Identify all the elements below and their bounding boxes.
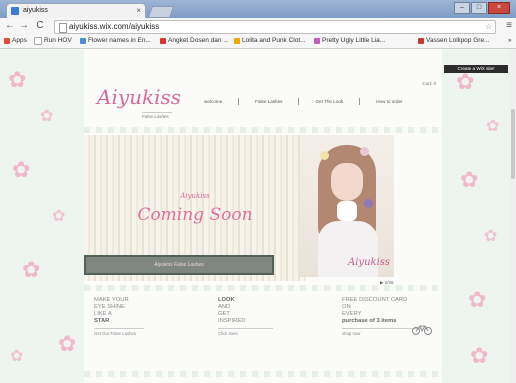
nav-item-get-the-look[interactable]: Get The Look bbox=[298, 98, 359, 105]
site-icon bbox=[80, 37, 86, 44]
blossom-icon: ✿ bbox=[40, 108, 54, 125]
browser-title-bar: aiyukiss × – □ × bbox=[0, 0, 516, 18]
browser-tab[interactable]: aiyukiss × bbox=[6, 3, 146, 18]
cart-link[interactable]: Cart: 0 bbox=[422, 81, 436, 86]
photo-watermark: Aiyukiss bbox=[348, 257, 391, 268]
page-scrollbar[interactable] bbox=[510, 49, 516, 383]
bookmark-item[interactable]: Lolita and Punk Clot... bbox=[234, 34, 306, 47]
bookmark-star-icon[interactable]: ☆ bbox=[485, 21, 492, 33]
chrome-menu-icon[interactable]: ≡ bbox=[506, 20, 512, 31]
reload-button[interactable]: C bbox=[34, 20, 46, 32]
main-nav: welcome False Lashes Get The Look How to… bbox=[188, 98, 419, 105]
hero-brand: Aiyukiss bbox=[180, 192, 210, 200]
nav-item-false-lashes[interactable]: False Lashes bbox=[238, 98, 298, 105]
minimize-button[interactable]: – bbox=[454, 2, 470, 14]
blossom-icon: ✿ bbox=[58, 331, 77, 356]
page-icon bbox=[34, 36, 42, 45]
shop-now-link[interactable]: shop now bbox=[342, 328, 422, 337]
photo-hands bbox=[337, 201, 357, 221]
back-button[interactable]: ← bbox=[4, 20, 16, 32]
maximize-button[interactable]: □ bbox=[471, 2, 487, 14]
close-window-button[interactable]: × bbox=[488, 2, 510, 14]
create-wix-site-button[interactable]: Create a WiX site! bbox=[444, 65, 508, 73]
blossom-icon: ✿ bbox=[468, 287, 487, 312]
promo-column-look: LOOK AND GET INSPIRED Click Here bbox=[218, 297, 273, 337]
flower-icon bbox=[360, 147, 369, 156]
blossom-icon: ✿ bbox=[22, 257, 41, 282]
site-icon bbox=[160, 37, 166, 44]
blossom-icon: ✿ bbox=[460, 167, 479, 192]
nav-item-how-to-order[interactable]: How to order bbox=[359, 98, 418, 105]
promo-column-discount: FREE DISCOUNT CARD ON EVERY purchase of … bbox=[342, 297, 422, 337]
lace-divider bbox=[84, 127, 442, 133]
bookmarks-bar: Apps Run HOV Flower names in En... Angke… bbox=[0, 34, 516, 47]
more-bookmarks-button[interactable]: » bbox=[508, 34, 512, 47]
page-viewport: ✿ ✿ ✿ ✿ ✿ ✿ ✿ ✿ ✿ ✿ ✿ ✿ ✿ Aiyukiss False… bbox=[0, 49, 516, 383]
forward-button[interactable]: → bbox=[18, 20, 30, 32]
blossom-icon: ✿ bbox=[484, 228, 498, 245]
blossom-icon: ✿ bbox=[52, 208, 66, 225]
blossom-icon: ✿ bbox=[486, 118, 500, 135]
bookmark-item[interactable]: Pretty Ugly Little Lia... bbox=[314, 34, 385, 47]
site-icon bbox=[418, 37, 424, 44]
get-lashes-link[interactable]: Get Our False Lashes bbox=[94, 328, 144, 337]
click-here-link[interactable]: Click Here bbox=[218, 328, 273, 337]
scrollbar-thumb[interactable] bbox=[511, 109, 515, 179]
blossom-icon: ✿ bbox=[8, 67, 27, 92]
tab-close-icon[interactable]: × bbox=[136, 4, 141, 18]
lace-divider bbox=[84, 371, 442, 377]
bookmark-item[interactable]: Flower names in En... bbox=[80, 34, 151, 47]
promo-column-shine: MAKE YOUR EYE SHINE LIKE A STAR Get Our … bbox=[94, 297, 144, 337]
lace-divider bbox=[84, 285, 442, 291]
apps-icon bbox=[4, 37, 10, 44]
nav-item-welcome[interactable]: welcome bbox=[188, 98, 238, 105]
address-url: aiyukiss.wix.com/aiyukiss bbox=[69, 22, 160, 31]
wix-favicon-icon bbox=[11, 7, 19, 15]
bookmark-item[interactable]: Apps bbox=[4, 34, 27, 47]
site-logo[interactable]: Aiyukiss bbox=[97, 85, 181, 109]
false-lashes-button[interactable]: Aiyukiss False Lashes bbox=[84, 255, 274, 275]
blossom-icon: ✿ bbox=[10, 348, 24, 365]
new-tab-button[interactable] bbox=[147, 6, 175, 18]
photo-dress bbox=[318, 221, 378, 277]
blossom-icon: ✿ bbox=[456, 69, 475, 94]
bicycle-icon bbox=[412, 325, 432, 335]
page-icon bbox=[59, 23, 67, 33]
coming-soon-heading: Coming Soon bbox=[137, 205, 253, 225]
browser-toolbar: ← → C aiyukiss.wix.com/aiyukiss ☆ ≡ Apps… bbox=[0, 18, 516, 49]
tab-title: aiyukiss bbox=[23, 7, 48, 14]
model-photo[interactable]: Aiyukiss bbox=[300, 135, 394, 277]
bookmark-item[interactable]: Vassen Lollipop Gre... bbox=[418, 34, 489, 47]
logo-subtitle: False Lashes bbox=[142, 112, 172, 119]
bookmark-item[interactable]: Angket Dosen dan ... bbox=[160, 34, 229, 47]
flower-icon bbox=[364, 199, 373, 208]
blossom-icon: ✿ bbox=[470, 343, 489, 368]
site-icon bbox=[234, 37, 240, 44]
flower-icon bbox=[320, 151, 329, 160]
site-header: Aiyukiss False Lashes Cart: 0 welcome Fa… bbox=[84, 49, 442, 129]
site-icon bbox=[314, 37, 320, 44]
site-container: Aiyukiss False Lashes Cart: 0 welcome Fa… bbox=[84, 49, 442, 383]
photo-face bbox=[331, 163, 363, 201]
address-bar[interactable]: aiyukiss.wix.com/aiyukiss ☆ bbox=[54, 20, 496, 34]
blossom-icon: ✿ bbox=[12, 157, 31, 182]
window-controls: – □ × bbox=[454, 2, 510, 14]
bookmark-item[interactable]: Run HOV bbox=[34, 34, 72, 47]
